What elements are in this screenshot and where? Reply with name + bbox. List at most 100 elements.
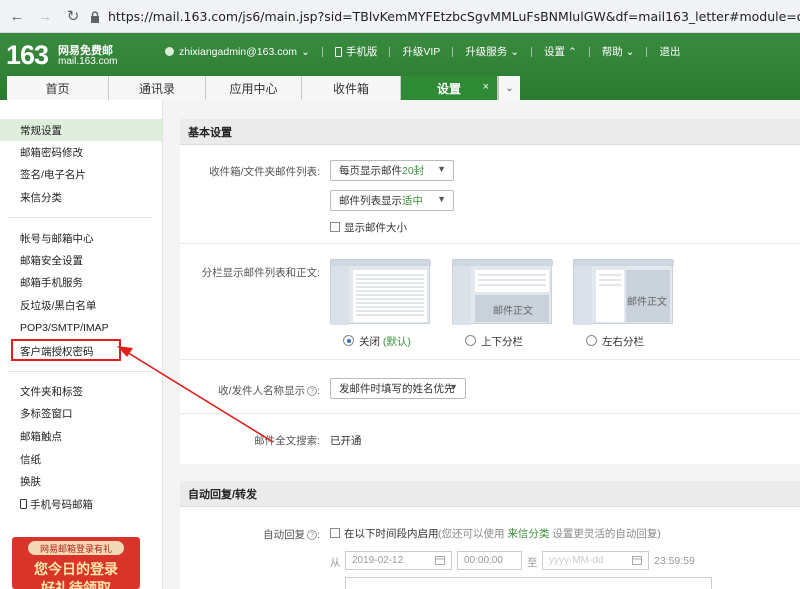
thumb-body-label: 邮件正文 <box>493 306 533 317</box>
reload-icon[interactable]: ↻ <box>62 5 84 27</box>
show-size-checkbox[interactable] <box>330 222 340 232</box>
user-email: zhixiangadmin@163.com <box>179 45 298 58</box>
filters-link[interactable]: 来信分类 <box>507 528 549 540</box>
list-density-select[interactable]: 邮件列表显示 适中 ▼ <box>330 190 454 211</box>
fulltext-search-label: 邮件全文搜索: <box>254 435 320 447</box>
basic-settings-panel: 基本设置 收件箱/文件夹邮件列表: 每页显示邮件 20封 ▼ 邮件列表显示 适中 ▼… <box>180 119 800 464</box>
fulltext-search-value: 已开通 <box>330 435 362 447</box>
from-label: 从 <box>330 557 341 569</box>
chevron-down-icon: ▼ <box>437 164 446 174</box>
tab-more-button[interactable]: ⌄ <box>498 76 520 100</box>
auto-reply-hint: (您还可以使用 来信分类 设置更灵活的自动回复) <box>438 526 661 541</box>
avatar <box>165 47 174 56</box>
divider <box>531 46 533 57</box>
auto-reply-label: 自动回复?: <box>263 529 320 541</box>
sidebar-item-mobile-service[interactable]: 邮箱手机服务 <box>0 271 162 293</box>
sidebar-item-general[interactable]: 常规设置 <box>0 119 162 141</box>
end-date-input[interactable]: yyyy-MM-dd <box>542 551 649 570</box>
tab-settings-label: 设置 <box>436 81 461 96</box>
help-icon[interactable]: ? <box>307 530 318 541</box>
reply-content-box[interactable] <box>345 577 712 589</box>
sender-name-text: 收/发件人名称显示 <box>218 385 306 397</box>
panel-title: 自动回复/转发 <box>180 481 800 507</box>
sidebar-item-account-center[interactable]: 帐号与邮箱中心 <box>0 227 162 249</box>
split-default-text: (默认) <box>382 336 411 348</box>
mobile-link[interactable]: 手机版 <box>334 44 378 59</box>
divider <box>180 359 800 360</box>
split-updown-radio[interactable] <box>465 335 476 346</box>
sidebar-item-stationery[interactable]: 信纸 <box>0 448 162 470</box>
chevron-down-icon: ⌄ <box>301 45 310 58</box>
user-account[interactable]: zhixiangadmin@163.com ⌄ <box>165 46 310 58</box>
hint-suffix: 设置更灵活的自动回复) <box>552 528 661 540</box>
divider <box>180 413 800 414</box>
sidebar-item-pop3[interactable]: POP3/SMTP/IMAP <box>0 317 162 339</box>
list-density-prefix: 邮件列表显示 <box>339 195 402 207</box>
address-bar[interactable]: https://mail.163.com/js6/main.jsp?sid=TB… <box>90 4 800 29</box>
logo-number: 163 <box>6 40 49 70</box>
divider <box>588 46 590 57</box>
browser-toolbar: ← → ↻ https://mail.163.com/js6/main.jsp?… <box>0 0 800 33</box>
sender-name-value: 发邮件时填写的姓名优先 <box>339 383 455 395</box>
tab-app-center[interactable]: 应用中心 <box>206 76 302 100</box>
divider <box>8 371 153 372</box>
auto-reply-checkbox[interactable] <box>330 528 340 538</box>
sidebar-item-multitab[interactable]: 多标签窗口 <box>0 402 162 424</box>
start-date-input[interactable]: 2019-02-12 <box>345 551 452 570</box>
auto-reply-enable-label: 在以下时间段内启用 <box>344 528 439 540</box>
close-icon[interactable]: × <box>483 81 489 93</box>
logo-domain: mail.163.com <box>58 56 118 67</box>
divider <box>180 243 800 244</box>
layout-thumb-leftright[interactable]: 邮件正文 <box>573 259 674 325</box>
sidebar-item-filters[interactable]: 来信分类 <box>0 186 162 208</box>
sidebar-item-antispam[interactable]: 反垃圾/黑白名单 <box>0 294 162 316</box>
split-off-label: 关闭 (默认) <box>359 334 411 349</box>
settings-link[interactable]: 设置 ⌃ <box>544 44 577 59</box>
end-time-value: 23:59:59 <box>654 555 695 567</box>
divider <box>8 217 153 218</box>
promo-banner[interactable]: 网易邮箱登录有礼 您今日的登录 好礼待领取 <box>12 537 140 589</box>
upgrade-service-link[interactable]: 升级服务 ⌄ <box>465 44 519 59</box>
thumb-body-label: 邮件正文 <box>627 297 667 308</box>
chevron-down-icon: ▼ <box>449 382 458 392</box>
help-link[interactable]: 帮助 ⌄ <box>602 44 635 59</box>
tab-home[interactable]: 首页 <box>7 76 109 100</box>
auto-reply-panel: 自动回复/转发 自动回复?: 在以下时间段内启用 (您还可以使用 来信分类 设置… <box>180 481 800 589</box>
divider <box>389 46 391 57</box>
promo-line-2: 好礼待领取 <box>41 580 111 589</box>
forward-icon[interactable]: → <box>34 5 56 27</box>
sidebar-item-label: 手机号码邮箱 <box>30 498 93 511</box>
split-leftright-label: 左右分栏 <box>602 336 644 348</box>
auto-reply-text: 自动回复 <box>263 529 306 541</box>
hint-prefix: (您还可以使用 <box>438 528 505 540</box>
sidebar-item-touchpoint[interactable]: 邮箱触点 <box>0 425 162 447</box>
tab-settings[interactable]: 设置 × <box>401 76 498 100</box>
split-leftright-radio[interactable] <box>586 335 597 346</box>
sidebar-item-skin[interactable]: 换肤 <box>0 470 162 492</box>
phone-icon <box>334 46 342 57</box>
sidebar-item-phone-mailbox[interactable]: 手机号码邮箱 <box>0 493 162 515</box>
back-icon[interactable]: ← <box>6 5 28 27</box>
layout-thumb-off[interactable] <box>330 259 431 325</box>
sidebar-item-password[interactable]: 邮箱密码修改 <box>0 141 162 163</box>
split-off-radio[interactable] <box>343 335 354 346</box>
tab-contacts[interactable]: 通讯录 <box>109 76 206 100</box>
layout-thumb-updown[interactable]: 邮件正文 <box>452 259 553 325</box>
mobile-link-label: 手机版 <box>345 46 378 58</box>
tab-inbox[interactable]: 收件箱 <box>302 76 401 100</box>
logout-link[interactable]: 退出 <box>659 44 680 59</box>
highlight-box <box>11 339 121 361</box>
per-page-select[interactable]: 每页显示邮件 20封 ▼ <box>330 160 454 181</box>
calendar-icon <box>632 555 642 568</box>
start-time-input[interactable]: 00:00:00 <box>457 551 522 570</box>
settings-main: 基本设置 收件箱/文件夹邮件列表: 每页显示邮件 20封 ▼ 邮件列表显示 适中 ▼… <box>163 100 800 589</box>
list-icon <box>331 260 431 325</box>
lock-icon <box>90 10 100 24</box>
sender-name-label: 收/发件人名称显示?: <box>218 385 320 397</box>
sidebar-item-folders[interactable]: 文件夹和标签 <box>0 380 162 402</box>
sender-name-select[interactable]: 发邮件时填写的姓名优先 ▼ <box>330 378 466 399</box>
sidebar-item-security[interactable]: 邮箱安全设置 <box>0 249 162 271</box>
upgrade-vip-link[interactable]: 升级VIP <box>402 44 440 59</box>
help-icon[interactable]: ? <box>307 386 318 397</box>
sidebar-item-signature[interactable]: 签名/电子名片 <box>0 163 162 185</box>
